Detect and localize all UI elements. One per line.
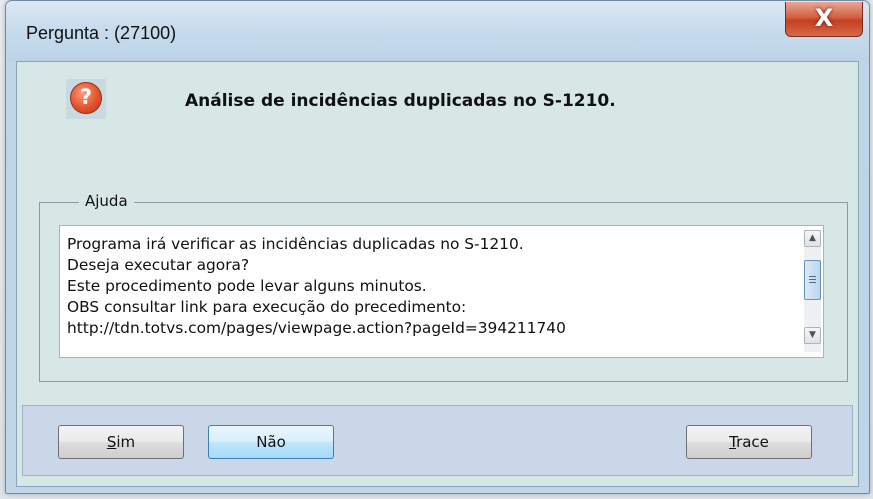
grip-line — [809, 279, 816, 280]
dialog-window: Pergunta : (27100) X ? Análise de incidê… — [5, 0, 870, 494]
close-button[interactable]: X — [785, 2, 863, 37]
yes-label: im — [116, 433, 136, 451]
help-line: Programa irá verificar as incidências du… — [67, 235, 524, 253]
yes-mnemonic: S — [106, 433, 117, 451]
help-text-area[interactable]: Programa irá verificar as incidências du… — [59, 225, 824, 358]
vertical-scrollbar[interactable]: ▲ ▼ — [804, 230, 821, 352]
scroll-down-arrow-icon[interactable]: ▼ — [804, 327, 821, 344]
grip-line — [809, 282, 816, 283]
dialog-heading: Análise de incidências duplicadas no S-1… — [185, 91, 616, 111]
question-mark-glyph: ? — [79, 85, 93, 109]
help-group-label: Ajuda — [79, 192, 134, 210]
help-line: Este procedimento pode levar alguns minu… — [67, 277, 427, 295]
help-line: Deseja executar agora? — [67, 256, 250, 274]
no-button[interactable]: Não — [208, 425, 334, 459]
window-title: Pergunta : (27100) — [26, 23, 177, 43]
no-label: Não — [256, 433, 286, 451]
trace-button[interactable]: Trace — [686, 425, 812, 459]
help-text: Programa irá verificar as incidências du… — [67, 234, 802, 339]
scroll-thumb[interactable] — [804, 260, 821, 300]
scroll-up-arrow-icon[interactable]: ▲ — [804, 230, 821, 247]
yes-button[interactable]: Sim — [58, 425, 184, 459]
button-panel: Sim Não Trace — [22, 405, 853, 476]
question-icon: ? — [70, 82, 102, 114]
title-bar[interactable]: Pergunta : (27100) X — [6, 1, 869, 61]
help-line: OBS consultar link para execução do prec… — [67, 298, 467, 316]
close-icon: X — [814, 4, 834, 32]
grip-line — [809, 276, 816, 277]
help-line: http://tdn.totvs.com/pages/viewpage.acti… — [67, 319, 566, 337]
trace-label: race — [736, 433, 769, 451]
dialog-client-area: ? Análise de incidências duplicadas no S… — [16, 61, 859, 487]
